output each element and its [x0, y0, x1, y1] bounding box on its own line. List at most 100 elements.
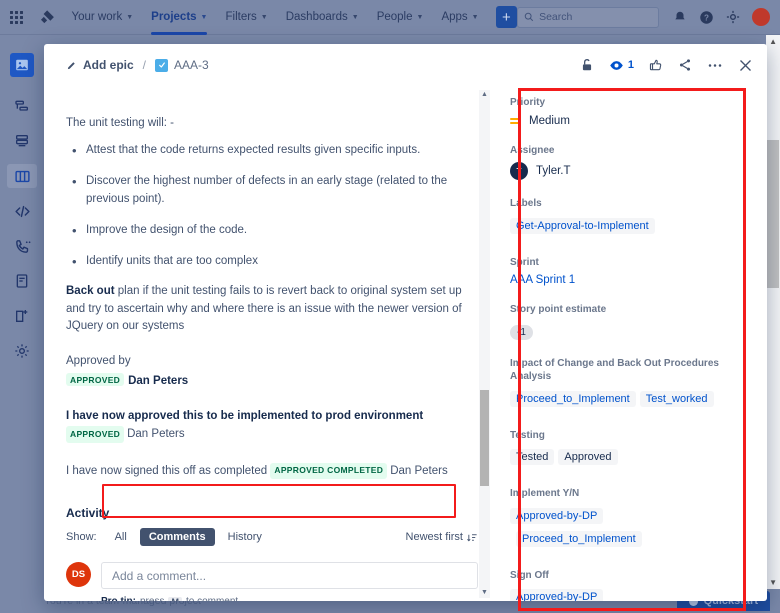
issue-key-label: AAA-3: [174, 58, 209, 72]
user-avatar[interactable]: [752, 8, 770, 26]
search-icon: [524, 12, 534, 22]
sidebar-item-code[interactable]: [7, 199, 37, 223]
nav-apps[interactable]: Apps ▼: [432, 0, 487, 35]
more-actions-icon[interactable]: [707, 63, 723, 68]
field-testing: Testing TestedApproved: [510, 429, 720, 471]
project-sidebar: [0, 35, 44, 589]
implement-tag[interactable]: Approved-by-DP: [510, 508, 603, 524]
approval-statement-1: I have now approved this to be implement…: [66, 407, 478, 444]
app-root: Your work ▼ Projects ▼ Filters ▼ Dashboa…: [0, 0, 780, 613]
create-button[interactable]: +: [496, 6, 517, 28]
field-sprint-value[interactable]: AAA Sprint 1: [510, 274, 720, 286]
tab-history[interactable]: History: [219, 528, 271, 546]
app-switcher-grid-icon[interactable]: [0, 11, 33, 24]
issue-description-column: The unit testing will: - Attest that the…: [44, 86, 496, 601]
field-priority-value-row[interactable]: Medium: [510, 115, 720, 127]
sidebar-item-add[interactable]: [7, 304, 37, 328]
page-scrollbar[interactable]: ▲ ▼: [766, 35, 780, 589]
nav-dashboards[interactable]: Dashboards ▼: [277, 0, 368, 35]
scroll-down-arrow-icon[interactable]: ▼: [481, 588, 488, 598]
backout-plan-lead: Back out: [66, 285, 115, 297]
modal-scrollbar-thumb[interactable]: [480, 390, 489, 486]
approved-by-label: Approved by: [66, 355, 478, 367]
nav-people-label: People: [377, 11, 413, 23]
nav-your-work[interactable]: Your work ▼: [63, 0, 143, 35]
nav-people[interactable]: People ▼: [368, 0, 433, 35]
pro-tip-tail: to comment: [186, 596, 238, 601]
sign-off-tag[interactable]: Approved-by-DP: [510, 589, 603, 601]
project-avatar-icon[interactable]: [10, 53, 34, 77]
unlock-icon[interactable]: [580, 58, 594, 72]
scroll-up-arrow-icon[interactable]: ▲: [481, 90, 488, 100]
nav-your-work-label: Your work: [72, 11, 123, 23]
field-labels: Labels Get-Approval-to-Implement: [510, 197, 720, 239]
label-tag[interactable]: Get-Approval-to-Implement: [510, 218, 655, 234]
list-item: Attest that the code returns expected re…: [66, 142, 478, 160]
svg-text:?: ?: [704, 13, 709, 22]
nav-projects[interactable]: Projects ▼: [142, 0, 216, 35]
page-scrollbar-thumb[interactable]: [767, 140, 779, 288]
description-intro: The unit testing will: -: [66, 115, 478, 132]
pro-tip-lead: Pro tip:: [101, 596, 136, 601]
implement-tag[interactable]: Proceed_to_Implement: [516, 531, 642, 547]
add-epic-button[interactable]: Add epic: [66, 58, 134, 72]
settings-gear-icon[interactable]: [726, 10, 740, 24]
sidebar-item-board[interactable]: [7, 164, 37, 188]
modal-actions: 1: [580, 58, 753, 73]
share-icon[interactable]: [678, 58, 692, 72]
field-sprint: Sprint AAA Sprint 1: [510, 256, 720, 287]
testing-tag[interactable]: Tested: [510, 449, 554, 465]
comment-input[interactable]: Add a comment...: [101, 562, 478, 589]
sort-descending-icon: [467, 532, 478, 543]
global-search-input[interactable]: Search: [517, 7, 659, 28]
field-implement-yn-label: Implement Y/N: [510, 487, 720, 501]
scroll-up-arrow-icon[interactable]: ▲: [769, 37, 777, 46]
issue-fields-panel: Priority Medium Assignee T Tyler.T Label…: [496, 86, 734, 601]
field-priority-value: Medium: [529, 115, 570, 127]
sidebar-item-backlog[interactable]: [7, 129, 37, 153]
priority-medium-icon: [510, 118, 521, 124]
sidebar-item-roadmap[interactable]: [7, 94, 37, 118]
close-icon[interactable]: [738, 58, 753, 73]
field-labels-label: Labels: [510, 197, 720, 211]
sidebar-item-project-settings[interactable]: [7, 339, 37, 363]
testing-tag[interactable]: Approved: [558, 449, 617, 465]
help-icon[interactable]: ?: [699, 10, 714, 25]
modal-scrollbar[interactable]: ▲ ▼: [479, 90, 490, 598]
impact-tag[interactable]: Proceed_to_Implement: [510, 391, 636, 407]
notifications-bell-icon[interactable]: [673, 10, 687, 24]
sidebar-item-deployments[interactable]: [7, 234, 37, 258]
chevron-down-icon: ▼: [201, 14, 208, 21]
backout-plan-text: plan if the unit testing fails to is rev…: [66, 285, 462, 332]
field-assignee: Assignee T Tyler.T: [510, 144, 720, 181]
avatar: T: [510, 162, 528, 180]
field-priority: Priority Medium: [510, 96, 720, 127]
modal-header: Add epic / AAA-3 1: [44, 44, 767, 86]
field-assignee-value: Tyler.T: [536, 165, 571, 177]
field-testing-label: Testing: [510, 429, 720, 443]
watch-eye-icon: [609, 58, 624, 73]
field-assignee-label: Assignee: [510, 144, 720, 158]
tab-comments[interactable]: Comments: [140, 528, 215, 546]
nav-filters[interactable]: Filters ▼: [216, 0, 276, 35]
tab-all[interactable]: All: [106, 528, 136, 546]
status-badge: APPROVED: [66, 426, 124, 443]
issue-key-link[interactable]: AAA-3: [155, 58, 209, 72]
approver-name: Dan Peters: [128, 375, 188, 387]
watch-button[interactable]: 1: [609, 58, 634, 73]
jira-logo-icon[interactable]: [33, 9, 62, 26]
sort-order-button[interactable]: Newest first: [406, 531, 478, 543]
chevron-down-icon: ▼: [472, 14, 479, 21]
list-item: Improve the design of the code.: [66, 222, 478, 240]
scroll-down-arrow-icon[interactable]: ▼: [769, 578, 777, 587]
field-story-point-value[interactable]: -1: [510, 325, 533, 340]
impact-tag[interactable]: Test_worked: [640, 391, 714, 407]
sidebar-item-project-pages[interactable]: [7, 269, 37, 293]
top-nav-icon-group: ?: [659, 8, 780, 26]
activity-filter-row: Show: All Comments History Newest first: [66, 528, 478, 546]
add-epic-label: Add epic: [83, 58, 134, 72]
field-assignee-value-row[interactable]: T Tyler.T: [510, 162, 720, 180]
chevron-down-icon: ▼: [352, 14, 359, 21]
thumbs-up-icon[interactable]: [649, 58, 663, 72]
field-implement-yn: Implement Y/N Approved-by-DP Proceed_to_…: [510, 487, 720, 552]
